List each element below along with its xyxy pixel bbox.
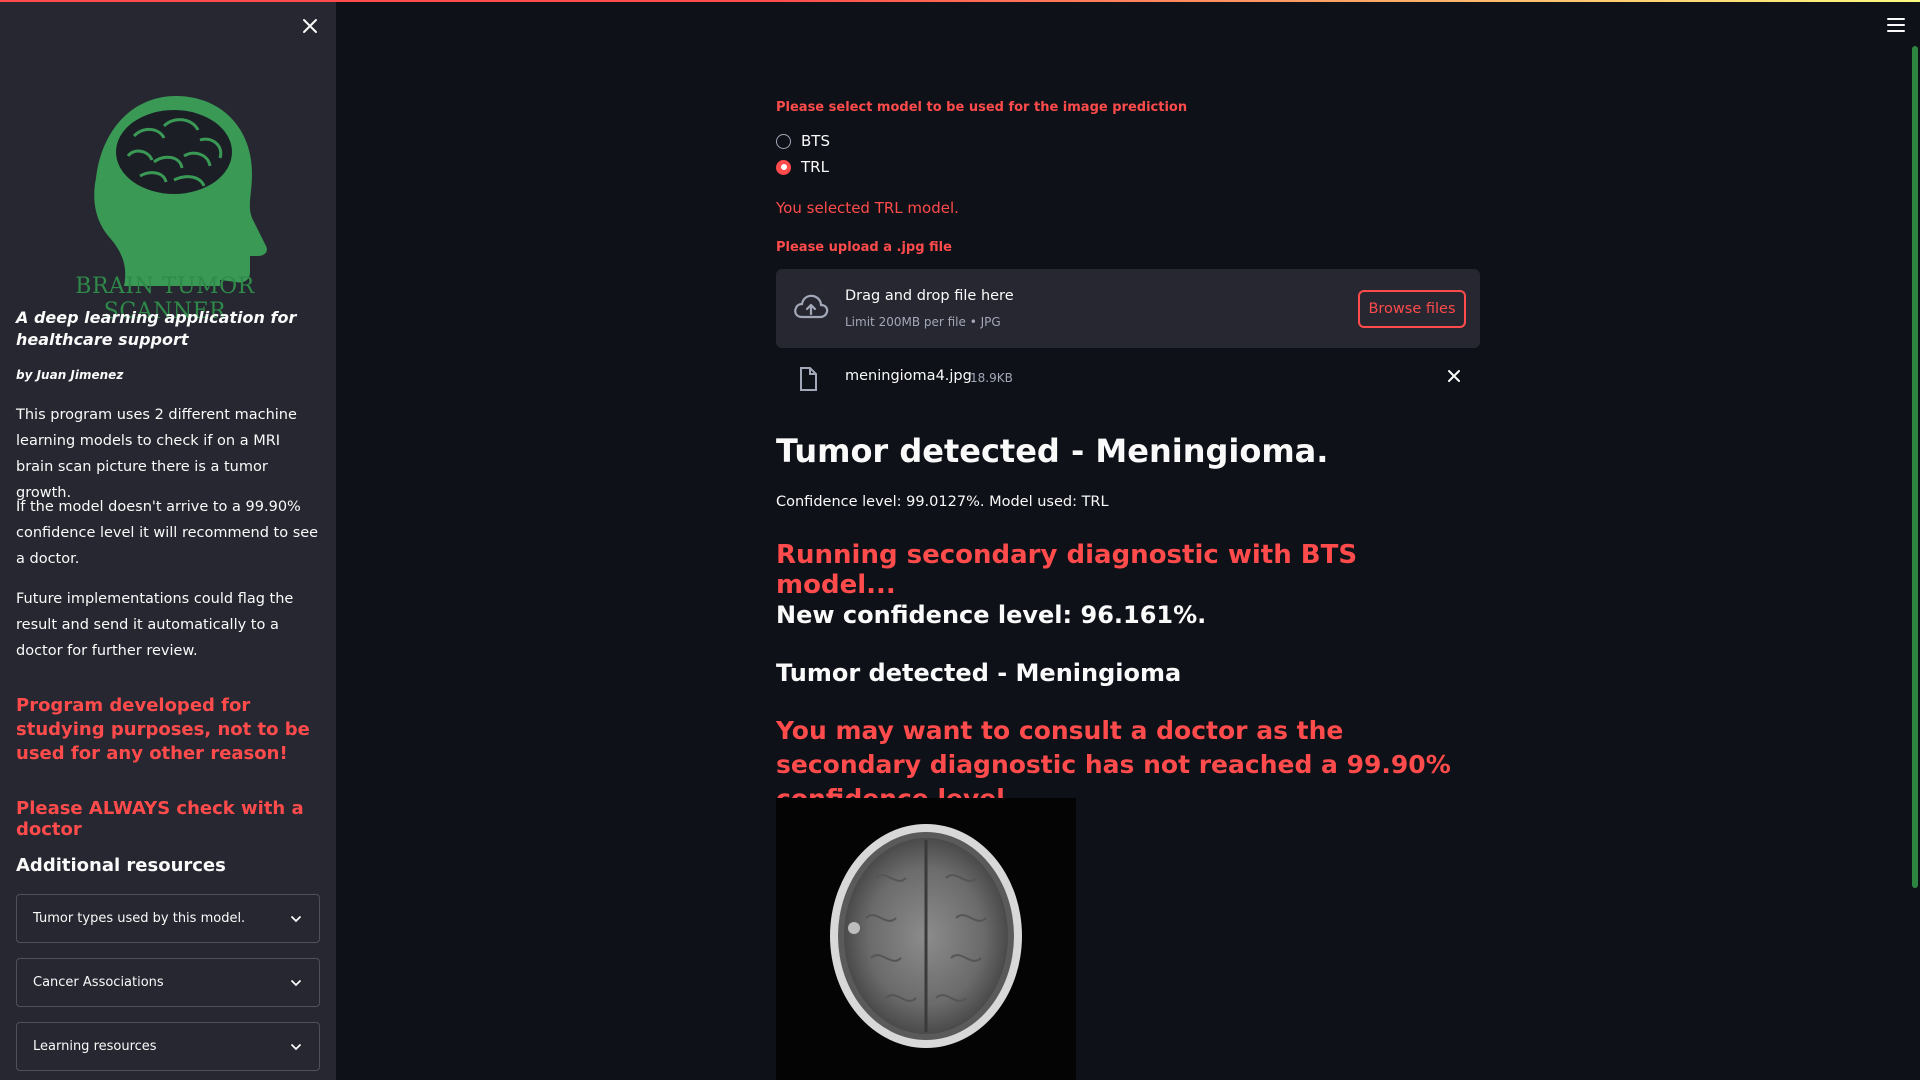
- radio-button[interactable]: [776, 133, 791, 149]
- radio-button-selected[interactable]: [776, 159, 791, 175]
- expander-cancer-associations[interactable]: Cancer Associations: [16, 958, 320, 1007]
- radio-label: BTS: [801, 132, 830, 150]
- sidebar: BRAIN TUMOR SCANNER A deep learning appl…: [0, 0, 336, 1080]
- model-select-prompt: Please select model to be used for the i…: [776, 100, 1188, 115]
- close-icon[interactable]: [300, 16, 320, 36]
- selected-model-message: You selected TRL model.: [776, 199, 959, 217]
- future-paragraph: Future implementations could flag the re…: [16, 591, 294, 659]
- description-paragraph: This program uses 2 different machine le…: [16, 407, 297, 501]
- expander-learning-resources[interactable]: Learning resources: [16, 1022, 320, 1071]
- mri-brain-illustration: [776, 798, 1076, 1080]
- dropzone-title: Drag and drop file here: [845, 288, 1014, 304]
- top-decoration-bar: [0, 0, 1920, 2]
- app-logo: BRAIN TUMOR SCANNER: [14, 96, 316, 324]
- scrollbar-thumb[interactable]: [1912, 46, 1918, 888]
- file-size: 18.9KB: [970, 371, 1013, 385]
- brain-head-icon: [94, 96, 267, 286]
- confidence-text: Confidence level: 99.0127%. Model used: …: [776, 494, 1109, 510]
- file-dropzone[interactable]: Drag and drop file here Limit 200MB per …: [776, 269, 1480, 348]
- study-purpose-warning: Program developed for studying purposes,…: [16, 695, 310, 764]
- expander-label: Tumor types used by this model.: [33, 911, 246, 926]
- additional-resources-heading: Additional resources: [16, 855, 226, 876]
- uploaded-file-row: meningioma4.jpg 18.9KB: [776, 360, 1480, 394]
- confidence-paragraph: If the model doesn't arrive to a 99.90% …: [16, 499, 319, 567]
- author-credit: by Juan Jimenez: [16, 368, 124, 382]
- doctor-check-warning: Please ALWAYS check with a doctor: [16, 798, 304, 840]
- file-name: meningioma4.jpg: [845, 368, 972, 384]
- radio-option-bts[interactable]: BTS: [776, 132, 830, 150]
- result-heading: Tumor detected - Meningioma.: [776, 432, 1329, 470]
- radio-label: TRL: [801, 158, 829, 176]
- app-tagline: A deep learning application for healthca…: [16, 308, 297, 349]
- chevron-down-icon: [291, 979, 301, 986]
- expander-label: Cancer Associations: [33, 975, 164, 990]
- expander-tumor-types[interactable]: Tumor types used by this model.: [16, 894, 320, 943]
- chevron-down-icon: [291, 1043, 301, 1050]
- expander-label: Learning resources: [33, 1039, 157, 1054]
- dropzone-limit: Limit 200MB per file • JPG: [845, 315, 1001, 329]
- secondary-result-text: Tumor detected - Meningioma: [776, 659, 1182, 687]
- remove-file-icon[interactable]: [1446, 368, 1462, 384]
- browse-files-button[interactable]: Browse files: [1358, 290, 1466, 328]
- radio-option-trl[interactable]: TRL: [776, 158, 829, 176]
- upload-prompt: Please upload a .jpg file: [776, 240, 952, 255]
- secondary-running-text: Running secondary diagnostic with BTS mo…: [776, 540, 1358, 600]
- new-confidence-text: New confidence level: 96.161%.: [776, 601, 1207, 629]
- main-menu-icon[interactable]: [1886, 16, 1906, 34]
- chevron-down-icon: [291, 915, 301, 922]
- file-icon: [800, 367, 817, 391]
- mri-scan-image: [776, 798, 1076, 1080]
- cloud-upload-icon: [794, 294, 829, 319]
